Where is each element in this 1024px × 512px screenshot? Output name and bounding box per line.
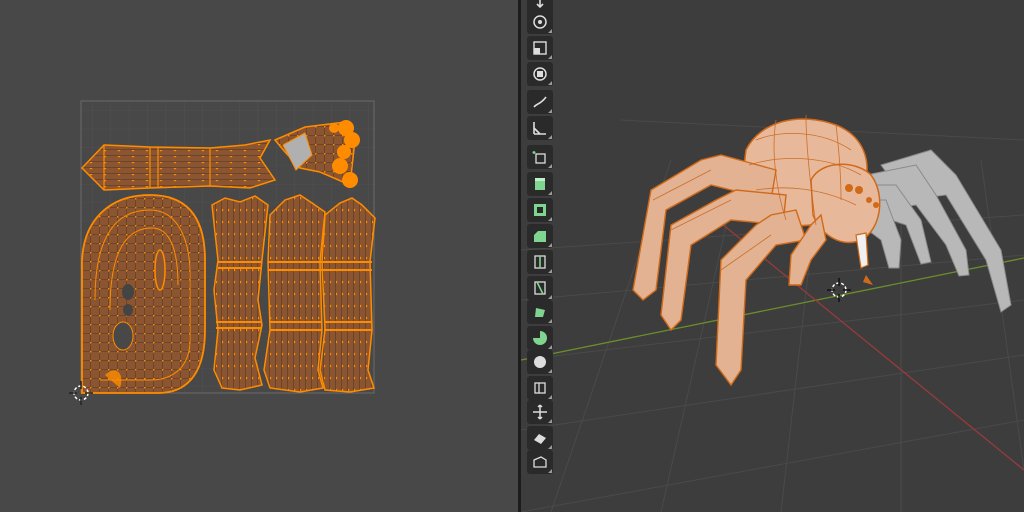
expand-corner-icon (548, 369, 552, 373)
shear-tool[interactable] (527, 426, 553, 450)
expand-corner-icon (548, 295, 552, 299)
smooth-icon (534, 356, 546, 368)
annotate-tool[interactable] (527, 90, 553, 114)
3d-viewport-panel[interactable] (521, 0, 1024, 512)
expand-corner-icon (548, 345, 552, 349)
expand-corner-icon (548, 243, 552, 247)
extrude-icon (535, 178, 545, 190)
scale-tool[interactable] (527, 36, 553, 60)
expand-corner-icon (548, 29, 552, 33)
spin-tool[interactable] (527, 326, 553, 350)
rip-region-tool[interactable] (527, 450, 553, 474)
body-island[interactable] (81, 194, 206, 394)
transform-tool[interactable] (527, 62, 553, 86)
scale-icon (533, 41, 547, 55)
smooth-tool[interactable] (527, 350, 553, 374)
expand-corner-icon (548, 469, 552, 473)
annotate-pen-icon (533, 96, 547, 108)
knife-icon (534, 281, 546, 295)
expand-corner-icon (548, 419, 552, 423)
measure-tool[interactable] (527, 116, 553, 140)
knife-tool[interactable] (527, 276, 553, 300)
rotate-icon (533, 15, 547, 29)
transform-icon (533, 67, 547, 81)
expand-corner-icon (548, 395, 552, 399)
shear-icon (534, 434, 546, 444)
add-cube-tool[interactable] (527, 145, 553, 169)
leg-strip-top[interactable] (80, 138, 277, 191)
bevel-icon (534, 231, 546, 242)
expand-corner-icon (548, 217, 552, 221)
bevel-tool[interactable] (527, 224, 553, 248)
inset-tool[interactable] (527, 198, 553, 222)
extrude-tool[interactable] (527, 172, 553, 196)
edge-slide-tool[interactable] (527, 376, 553, 400)
expand-corner-icon (548, 81, 552, 85)
expand-corner-icon (548, 191, 552, 195)
edge-slide-icon (534, 382, 546, 394)
expand-corner-icon (548, 164, 552, 168)
inset-icon (534, 204, 546, 216)
loop-cut-icon (534, 255, 546, 269)
expand-corner-icon (548, 55, 552, 59)
spin-icon (533, 331, 547, 345)
shrink-fatten-icon (533, 404, 547, 420)
expand-corner-icon (548, 445, 552, 449)
rotate-tool[interactable] (527, 10, 553, 34)
expand-corner-icon (548, 319, 552, 323)
loop-cut-tool[interactable] (527, 250, 553, 274)
expand-corner-icon (548, 109, 552, 113)
3d-cursor[interactable] (827, 278, 851, 302)
leg-column-3[interactable] (319, 197, 376, 393)
add-cube-icon (532, 151, 546, 164)
ruler-icon (533, 122, 546, 135)
poly-build-icon (535, 308, 545, 317)
uv-editor-panel[interactable] (0, 0, 518, 512)
uv-canvas[interactable] (0, 0, 518, 512)
expand-corner-icon (548, 269, 552, 273)
shrink-fatten-tool[interactable] (527, 400, 553, 424)
leg-column-2[interactable] (263, 194, 326, 393)
viewport-canvas[interactable] (521, 0, 1024, 512)
rip-icon (533, 456, 547, 468)
expand-corner-icon (548, 135, 552, 139)
poly-build-tool[interactable] (527, 300, 553, 324)
spider-mesh[interactable] (632, 114, 1012, 387)
